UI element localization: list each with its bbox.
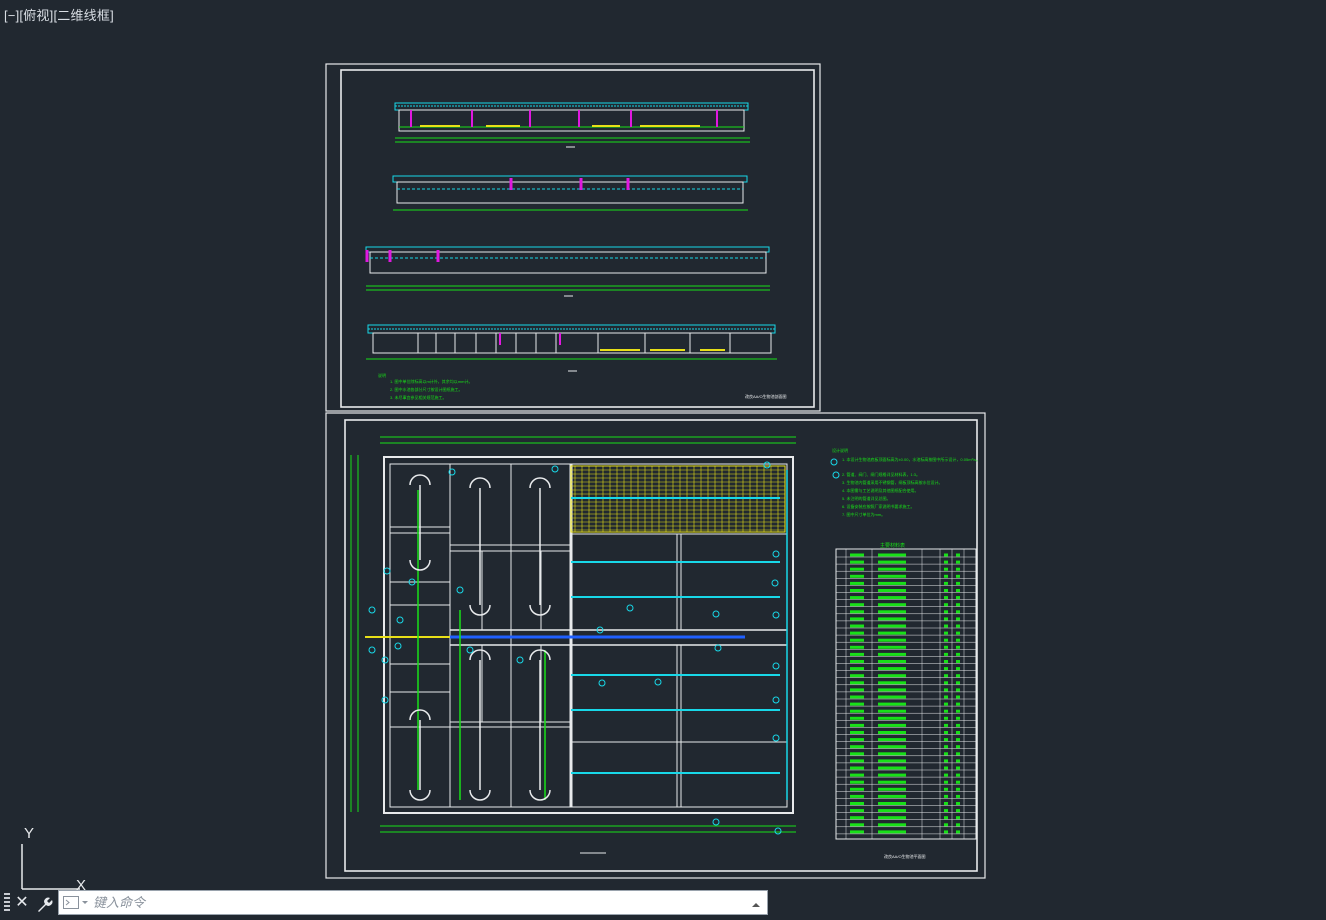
model-space-canvas[interactable]: 说明 1. 图中单位除标高以m计外，其余均以mm计。 2. 图中水池各部分尺寸按…	[0, 0, 1326, 916]
sheet2-note-1: 1. 本设计生物池底板顶面标高为±0.00，水池标高按图中所示设计，0.05m³…	[842, 456, 980, 462]
svg-text:说明: 说明	[378, 372, 386, 378]
command-history-up-icon[interactable]	[751, 897, 761, 907]
material-table: 主要材料表	[835, 542, 977, 840]
close-icon[interactable]: ✕	[14, 891, 30, 915]
section-view-3	[365, 246, 770, 297]
sheet2-note-4: 4. 本图需与工艺说明及其他图纸配合使用。	[842, 487, 918, 493]
section-view-1	[394, 102, 750, 148]
sheet1-title: 改良AA/O生物池剖面图	[745, 393, 787, 399]
svg-text:设计说明: 设计说明	[832, 447, 848, 453]
drawing-sheet-plan: 主要材料表 设计说明 1. 本设计生物池底板顶面标高为±0.00，水池标高按图中…	[325, 412, 986, 879]
sheet2-note-5: 5. 未注明的管道详见总图。	[842, 495, 890, 501]
sheet2-note-3: 3. 生物池内管道采用不锈钢管，闸板顶标高按水位设计。	[842, 479, 942, 485]
section-view-2	[392, 175, 748, 211]
sheet1-note-1: 1. 图中单位除标高以m计外，其余均以mm计。	[390, 378, 472, 384]
material-table-title: 主要材料表	[880, 542, 905, 549]
command-prompt-icon[interactable]	[63, 896, 89, 910]
sheet1-note-3: 3. 未尽事宜参见相关规范施工。	[390, 394, 446, 400]
sheet2-notes: 设计说明 1. 本设计生物池底板顶面标高为±0.00，水池标高按图中所示设计，0…	[832, 447, 980, 517]
command-input-field[interactable]	[58, 890, 768, 915]
sheet2-note-7: 7. 图中尺寸单位为mm。	[842, 511, 885, 517]
section-view-4	[366, 324, 777, 372]
wrench-icon[interactable]	[35, 891, 53, 915]
ucs-icon: Y X	[21, 825, 86, 894]
command-input[interactable]	[93, 893, 733, 912]
ucs-y-label: Y	[24, 825, 34, 842]
plan-basin-walls	[383, 456, 794, 814]
sheet1-note-2: 2. 图中水池各部分尺寸按设计图纸施工。	[390, 386, 462, 392]
sheet2-note-2: 2. 管道、阀门、闸门规格详见材料表，1:3。	[842, 471, 920, 477]
command-line-grip-handle[interactable]	[4, 893, 10, 912]
plan-pipes-cyan	[365, 470, 788, 800]
sheet2-note-6: 6. 设备安装应按照厂家说明书要求施工。	[842, 503, 914, 509]
sheet2-title: 改良AA/O生物池平面图	[884, 853, 926, 859]
drawing-sheet-sections: 说明 1. 图中单位除标高以m计外，其余均以mm计。 2. 图中水池各部分尺寸按…	[325, 63, 821, 412]
sheet1-notes: 说明 1. 图中单位除标高以m计外，其余均以mm计。 2. 图中水池各部分尺寸按…	[378, 372, 472, 400]
command-line-bar: ✕	[0, 889, 770, 916]
